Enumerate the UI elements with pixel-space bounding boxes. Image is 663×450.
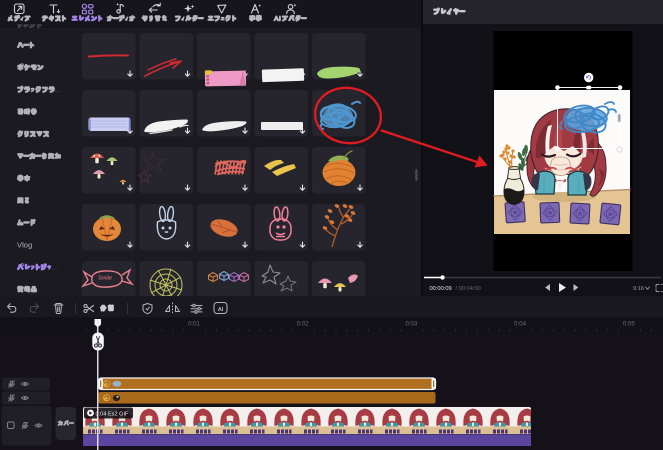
svg-text:0:05: 0:05 bbox=[623, 321, 635, 328]
svg-text:/ 00:04:00: / 00:04:00 bbox=[456, 286, 481, 292]
svg-text:Vlog: Vlog bbox=[17, 241, 32, 250]
svg-text:0:02: 0:02 bbox=[297, 321, 309, 328]
svg-text:9:16: 9:16 bbox=[633, 286, 644, 292]
svg-text:0:04: 0:04 bbox=[514, 321, 526, 328]
svg-text:0:01: 0:01 bbox=[188, 321, 200, 328]
svg-text:AI: AI bbox=[218, 307, 224, 313]
svg-text:0:04 Es2 GIF: 0:04 Es2 GIF bbox=[96, 411, 130, 417]
svg-text:Smile: Smile bbox=[98, 275, 112, 281]
svg-text:0:03: 0:03 bbox=[405, 321, 417, 328]
svg-text:00:00:09: 00:00:09 bbox=[430, 286, 452, 292]
